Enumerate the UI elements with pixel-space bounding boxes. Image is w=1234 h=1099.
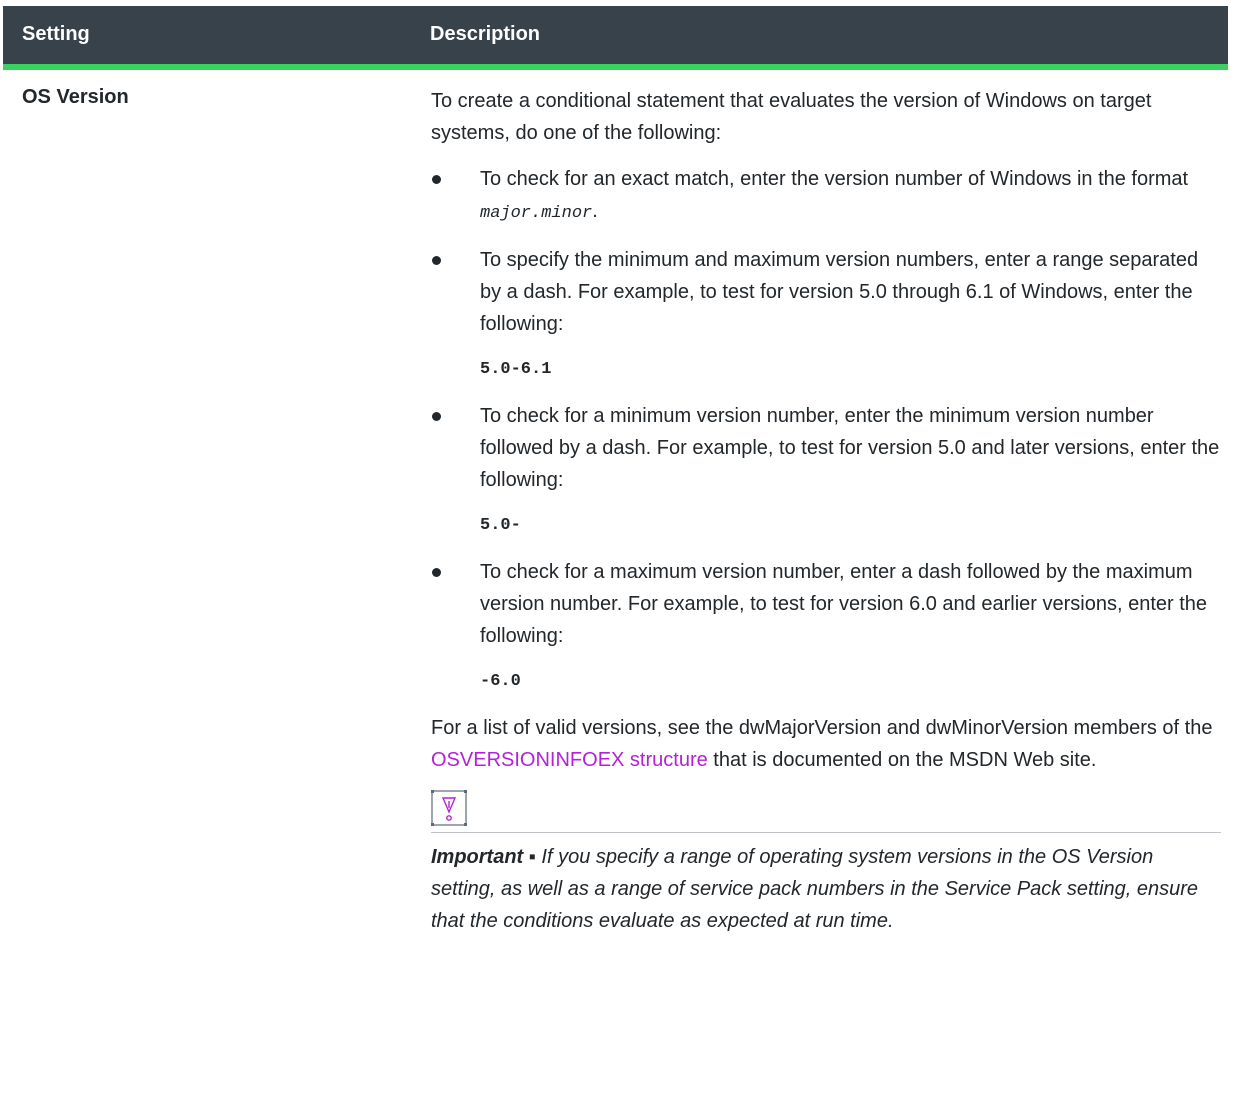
note-label: Important ▪ [431,846,536,868]
bullet-icon [432,256,441,265]
options-list: To check for a maximum version number, e… [431,556,1221,652]
important-icon [431,790,467,826]
column-header-description: Description [430,23,541,45]
list-item: To check for an exact match, enter the v… [431,163,1221,230]
bullet-icon [432,412,441,421]
list-item-text: To check for a maximum version number, e… [480,561,1208,647]
list-item-text: To specify the minimum and maximum versi… [480,249,1199,335]
setting-description: To create a conditional statement that e… [431,85,1221,937]
list-item: To check for a maximum version number, e… [431,556,1221,652]
closing-text: For a list of valid versions, see the dw… [431,717,1213,739]
format-placeholder: major.minor [480,204,593,223]
list-item: To specify the minimum and maximum versi… [431,244,1221,340]
setting-name: OS Version [22,86,129,108]
table-header: Setting Description [3,6,1228,70]
bullet-icon [432,175,441,184]
list-item: To check for a minimum version number, e… [431,400,1221,496]
note-text: If you specify a range of operating syst… [431,846,1199,932]
code-example: -6.0 [480,672,521,691]
list-item-text: To check for a minimum version number, e… [480,405,1220,491]
osversioninfoex-link[interactable]: OSVERSIONINFOEX structure [431,749,708,771]
important-note: Important ▪ If you specify a range of op… [431,841,1221,937]
description-closing: For a list of valid versions, see the dw… [431,712,1221,776]
bullet-icon [432,568,441,577]
options-list: To check for an exact match, enter the v… [431,163,1221,340]
options-list: To check for a minimum version number, e… [431,400,1221,496]
code-example: 5.0-6.1 [480,360,552,379]
list-item-text-end: . [592,200,598,222]
list-item-text: To check for an exact match, enter the v… [480,168,1189,190]
settings-table: Setting Description OS Version To create… [3,6,1228,932]
closing-text-end: that is documented on the MSDN Web site. [707,749,1097,771]
note-divider [431,832,1221,833]
code-example: 5.0- [480,516,521,535]
column-header-setting: Setting [22,23,90,45]
description-intro: To create a conditional statement that e… [431,90,1152,144]
